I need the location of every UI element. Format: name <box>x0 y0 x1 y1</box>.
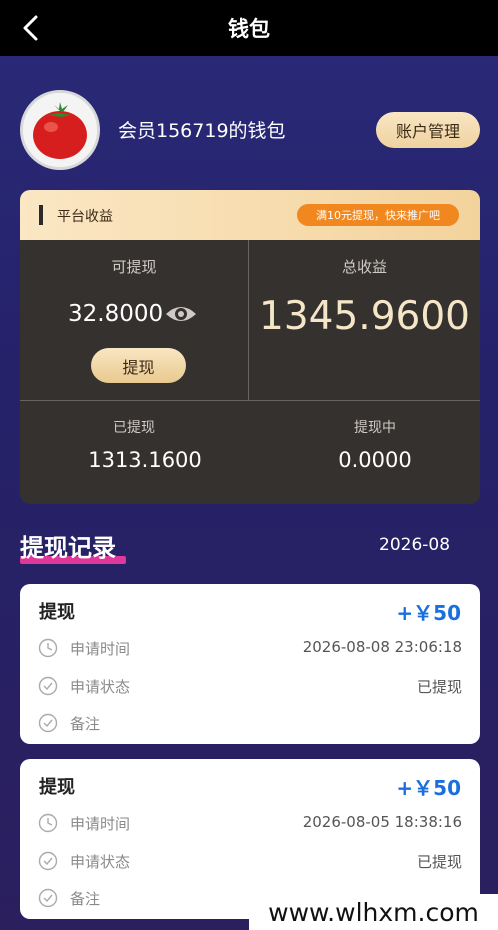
withdraw-button[interactable]: 提现 <box>91 348 186 383</box>
check-circle-icon <box>38 888 58 908</box>
back-arrow-icon[interactable] <box>18 12 46 44</box>
record-status-value: 已提现 <box>416 853 462 871</box>
withdrawable-value: 32.8000 <box>68 301 164 327</box>
total-earnings-label: 总收益 <box>341 258 387 276</box>
record-time-value: 2026-08-08 23:06:18 <box>302 638 462 656</box>
record-amount: +￥50 <box>396 601 461 625</box>
top-bar: 钱包 <box>0 0 498 56</box>
wallet-card-header: 平台收益 满10元提现，快来推广吧 <box>20 190 480 240</box>
eye-icon[interactable] <box>164 302 198 326</box>
record-status-row: 申请状态 已提现 <box>38 674 462 698</box>
clock-icon <box>38 813 58 833</box>
record-time-row: 申请时间 2026-08-08 23:06:18 <box>38 636 462 660</box>
check-circle-icon <box>38 851 58 871</box>
withdrawn-value: 1313.1600 <box>88 448 202 472</box>
tomato-avatar-icon <box>23 93 97 167</box>
record-note-row: 备注 <box>38 711 462 735</box>
total-earnings-value: 1345.9600 <box>259 294 470 339</box>
record-card[interactable]: 提现 +￥50 申请时间 2026-08-08 23:06:18 申请状态 已提… <box>20 584 480 744</box>
records-month-selector[interactable]: 2026-08 <box>379 535 450 555</box>
record-status-label: 申请状态 <box>70 678 131 696</box>
profile-section: 会员156719的钱包 账户管理 <box>0 88 498 174</box>
withdrawn-label: 已提现 <box>113 420 155 436</box>
page-title: 钱包 <box>228 17 270 41</box>
promo-badge[interactable]: 满10元提现，快来推广吧 <box>297 204 459 226</box>
record-status-value: 已提现 <box>416 678 462 696</box>
avatar <box>20 90 100 170</box>
divider-horizontal <box>20 400 480 401</box>
record-time-row: 申请时间 2026-08-05 18:38:16 <box>38 811 462 835</box>
record-time-label: 申请时间 <box>70 815 131 833</box>
pending-value: 0.0000 <box>338 448 412 472</box>
section-title: 平台收益 <box>57 209 113 225</box>
record-note-label: 备注 <box>70 715 101 733</box>
clock-icon <box>38 638 58 658</box>
record-status-label: 申请状态 <box>70 853 131 871</box>
record-time-value: 2026-08-05 18:38:16 <box>302 813 462 831</box>
pending-label: 提现中 <box>354 420 396 436</box>
record-status-row: 申请状态 已提现 <box>38 849 462 873</box>
withdrawable-label: 可提现 <box>111 258 157 276</box>
wallet-card: 平台收益 满10元提现，快来推广吧 可提现 32.8000 提现 总收益 134… <box>20 190 480 504</box>
watermark: www.wlhxm.com <box>249 894 498 930</box>
header-accent-bar <box>39 205 43 225</box>
record-type: 提现 <box>39 777 75 798</box>
record-note-label: 备注 <box>70 890 101 908</box>
account-management-button[interactable]: 账户管理 <box>376 112 480 148</box>
check-circle-icon <box>38 713 58 733</box>
record-type: 提现 <box>39 602 75 623</box>
record-time-label: 申请时间 <box>70 640 131 658</box>
records-title: 提现记录 <box>20 534 116 562</box>
wallet-owner-name: 会员156719的钱包 <box>118 120 286 142</box>
record-amount: +￥50 <box>396 776 461 800</box>
check-circle-icon <box>38 676 58 696</box>
